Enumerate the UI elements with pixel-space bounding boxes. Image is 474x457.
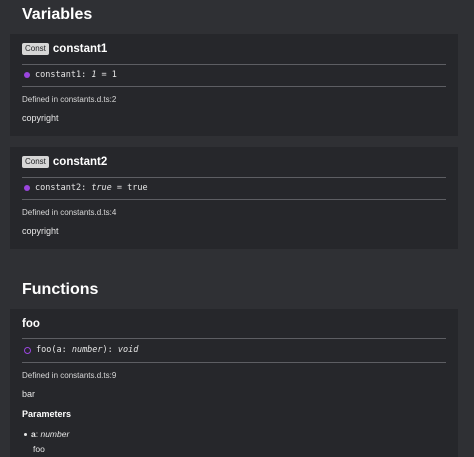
sig-separator: : <box>81 183 92 193</box>
constant1-name[interactable]: constant1 <box>53 43 107 55</box>
functions-heading: Functions <box>22 281 99 298</box>
const-badge: Const <box>22 156 49 168</box>
divider <box>22 177 446 178</box>
sig-value: true <box>127 183 148 193</box>
sig-value: 1 <box>111 70 117 80</box>
defined-in-link[interactable]: Defined in constants.d.ts:9 <box>22 371 116 380</box>
constant2-name[interactable]: constant2 <box>53 156 107 168</box>
sig-name: constant2 <box>35 183 82 193</box>
constant1-signature: constant1: 1 = 1 <box>24 70 117 80</box>
sig-equals: = <box>96 70 112 80</box>
sig-param-type: number <box>71 345 103 355</box>
param-a: a: number <box>24 429 69 439</box>
sig-equals: = <box>111 183 128 193</box>
constant2-signature: constant2: true = true <box>24 183 148 193</box>
divider <box>22 64 446 65</box>
foo-name[interactable]: foo <box>22 318 40 330</box>
constant2-comment: copyright <box>22 226 59 236</box>
sig-separator: : <box>81 70 92 80</box>
defined-in-link[interactable]: Defined in constants.d.ts:2 <box>22 95 116 104</box>
constant1-card: Const constant1 constant1: 1 = 1 Defined… <box>10 34 458 136</box>
sig-name: constant1 <box>35 70 82 80</box>
param-type: number <box>40 429 70 439</box>
divider <box>22 199 446 200</box>
const-badge: Const <box>22 43 49 55</box>
const-dot-icon <box>24 72 30 78</box>
param-a-comment: foo <box>33 444 45 454</box>
sig-type: true <box>91 183 112 193</box>
constant1-comment: copyright <box>22 113 59 123</box>
sig-close: ): <box>102 345 118 355</box>
foo-signature: foo(a: number): void <box>24 345 138 355</box>
const-dot-icon <box>24 185 30 191</box>
sig-prefix: foo(a: <box>36 345 72 355</box>
foo-header: foo <box>22 318 40 330</box>
divider <box>22 338 446 339</box>
parameters-heading: Parameters <box>22 409 72 419</box>
bullet-icon <box>24 432 27 436</box>
constant2-header: Const constant2 <box>22 156 107 168</box>
foo-comment: bar <box>22 389 36 399</box>
defined-in-link[interactable]: Defined in constants.d.ts:4 <box>22 208 116 217</box>
divider <box>22 362 446 363</box>
foo-card: foo foo(a: number): void Defined in cons… <box>10 309 458 457</box>
function-ring-icon <box>24 346 31 354</box>
constant2-card: Const constant2 constant2: true = true D… <box>10 147 458 249</box>
sig-return-type: void <box>117 345 139 355</box>
divider <box>22 86 446 87</box>
variables-heading: Variables <box>22 6 93 23</box>
constant1-header: Const constant1 <box>22 43 107 55</box>
